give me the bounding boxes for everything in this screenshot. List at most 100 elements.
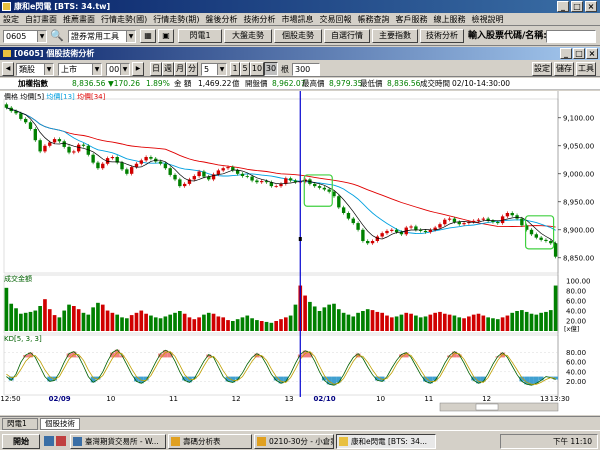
- chart-area[interactable]: 價格 均價[5] 均價[13] 均價[34] 成交金額 KD[5, 3, 3] …: [0, 91, 600, 415]
- arrow-left-icon[interactable]: ◀: [2, 62, 14, 76]
- volume-bar: [230, 321, 235, 331]
- panel-minimize-button[interactable]: _: [560, 48, 572, 59]
- volume-bar: [544, 311, 548, 331]
- menu-item-recommended-screen[interactable]: 推薦畫面: [60, 13, 98, 25]
- menu-item-technical[interactable]: 技術分析: [241, 13, 279, 25]
- candle-body: [245, 176, 249, 177]
- candle-body: [394, 229, 399, 233]
- volume-tick-label: 80.00: [566, 288, 586, 296]
- toolbar-button-flash1[interactable]: 閃電1: [178, 29, 222, 43]
- candle-body: [197, 171, 201, 177]
- period-select-value: 5: [204, 65, 210, 74]
- menu-item-quote-domestic[interactable]: 行情走勢(國): [98, 13, 150, 25]
- volume-bar: [96, 302, 100, 331]
- task-button-xiaocang[interactable]: 0210-30分 - 小倉家: [254, 434, 334, 449]
- candle-body: [28, 122, 33, 129]
- toolbar-button-technical[interactable]: 技術分析: [420, 29, 464, 43]
- task-button-chip-analysis[interactable]: 壽碼分析表: [168, 434, 252, 449]
- menu-item-account[interactable]: 帳務查詢: [355, 13, 393, 25]
- tab-flash1[interactable]: 閃電1: [2, 418, 38, 430]
- toolbar-button-watchlist[interactable]: 自選行情: [324, 29, 370, 43]
- chevron-down-icon[interactable]: ▼: [217, 64, 226, 75]
- volume-bar: [394, 316, 399, 331]
- quick-launch-icon[interactable]: [44, 436, 54, 446]
- task-button-taifex[interactable]: 臺灣期貨交易所 - W...: [70, 434, 166, 449]
- toolbar-button-stock-trend[interactable]: 個股走勢: [274, 29, 322, 43]
- period-minute-button[interactable]: 分: [186, 62, 198, 76]
- tool-select[interactable]: 證券常用工具 ▼: [68, 30, 136, 43]
- menu-item-settings[interactable]: 設定: [0, 13, 22, 25]
- menu-item-trade-report[interactable]: 交易回報: [317, 13, 355, 25]
- menu-item-online[interactable]: 線上服務: [431, 13, 469, 25]
- volume-bar: [365, 309, 370, 331]
- type-select-value: 類股: [19, 65, 35, 74]
- menu-item-custom-screen[interactable]: 自訂畫面: [22, 13, 60, 25]
- volume-bar: [105, 310, 110, 331]
- window-icon[interactable]: ▣: [158, 29, 174, 43]
- search-icon[interactable]: 🔍: [50, 29, 64, 43]
- start-button[interactable]: 開始: [2, 434, 40, 449]
- menu-item-quote-futures[interactable]: 行情走勢(期): [150, 13, 202, 25]
- maximize-button[interactable]: □: [571, 1, 583, 12]
- chevron-down-icon[interactable]: ▼: [126, 31, 135, 42]
- code-select[interactable]: 001 ▼: [106, 63, 130, 76]
- count-5-button[interactable]: 5: [240, 62, 250, 76]
- menu-item-service[interactable]: 客戶服務: [393, 13, 431, 25]
- market-select[interactable]: 上市 ▼: [58, 63, 102, 76]
- task-button-kanghe[interactable]: 康和e閃電 [BTS: 34...: [336, 434, 436, 449]
- menu-item-market-news[interactable]: 市場訊息: [279, 13, 317, 25]
- period-day-button[interactable]: 日: [150, 62, 162, 76]
- bar-count-input[interactable]: 300: [292, 63, 320, 76]
- toolbar-button-market-trend[interactable]: 大盤走勢: [224, 29, 272, 43]
- period-month-button[interactable]: 月: [174, 62, 186, 76]
- volume-bar: [327, 304, 332, 331]
- chevron-down-icon[interactable]: ▼: [120, 64, 129, 75]
- toolbar-button-major-index[interactable]: 主要指數: [372, 29, 418, 43]
- grid-icon[interactable]: ▦: [140, 29, 156, 43]
- candle-body: [457, 221, 461, 225]
- volume-bar: [351, 316, 356, 331]
- last-price: 8,836.56: [72, 79, 106, 88]
- minimize-button[interactable]: _: [557, 1, 569, 12]
- chart-tools-button[interactable]: 工具: [576, 62, 596, 76]
- candle-body: [337, 196, 341, 208]
- count-10-button[interactable]: 10: [250, 62, 264, 76]
- tab-stock-technical[interactable]: 個股技術: [40, 418, 80, 430]
- pane-border: [3, 334, 559, 396]
- volume-bar: [515, 311, 519, 331]
- volume-bar: [322, 307, 327, 331]
- close-button[interactable]: ×: [585, 1, 597, 12]
- volume-bar: [283, 317, 288, 331]
- candle-body: [462, 223, 466, 225]
- chevron-down-icon[interactable]: ▼: [44, 64, 53, 75]
- menu-item-help[interactable]: 檢視說明: [469, 13, 507, 25]
- menu-bar: 設定 自訂畫面 推薦畫面 行情走勢(國) 行情走勢(期) 盤後分析 技術分析 市…: [0, 13, 600, 26]
- symbol-input[interactable]: [546, 30, 596, 43]
- candle-body: [496, 221, 500, 224]
- chevron-down-icon[interactable]: ▼: [92, 64, 101, 75]
- kd-tick-label: 20.00: [566, 378, 586, 386]
- panel-close-button[interactable]: ×: [586, 48, 598, 59]
- period-week-button[interactable]: 週: [162, 62, 174, 76]
- chevron-down-icon[interactable]: ▼: [37, 31, 46, 42]
- panel-maximize-button[interactable]: □: [573, 48, 585, 59]
- count-1-button[interactable]: 1: [230, 62, 240, 76]
- code-combo[interactable]: 0605 ▼: [3, 30, 47, 43]
- arrow-right-icon[interactable]: ▶: [132, 62, 144, 76]
- period-select[interactable]: 5 ▼: [201, 63, 227, 76]
- volume-bar: [28, 311, 33, 331]
- type-select[interactable]: 類股 ▼: [16, 63, 54, 76]
- candle-body: [67, 146, 71, 153]
- menu-item-after-hours[interactable]: 盤後分析: [203, 13, 241, 25]
- candle-body: [390, 229, 394, 231]
- count-30-button[interactable]: 30: [264, 62, 278, 76]
- volume-bar: [14, 308, 18, 331]
- chart-save-button[interactable]: 儲存: [554, 62, 574, 76]
- candle-body: [380, 233, 384, 237]
- volume-bar: [192, 319, 197, 331]
- quick-launch-icon[interactable]: [56, 436, 66, 446]
- chart-settings-button[interactable]: 設定: [532, 62, 552, 76]
- chart-svg[interactable]: 9,100.00 9,050.00 9,000.00 8,950.00 8,900.00…: [0, 91, 600, 415]
- candle-body: [43, 145, 47, 152]
- task-label: 康和e閃電 [BTS: 34...: [351, 437, 428, 446]
